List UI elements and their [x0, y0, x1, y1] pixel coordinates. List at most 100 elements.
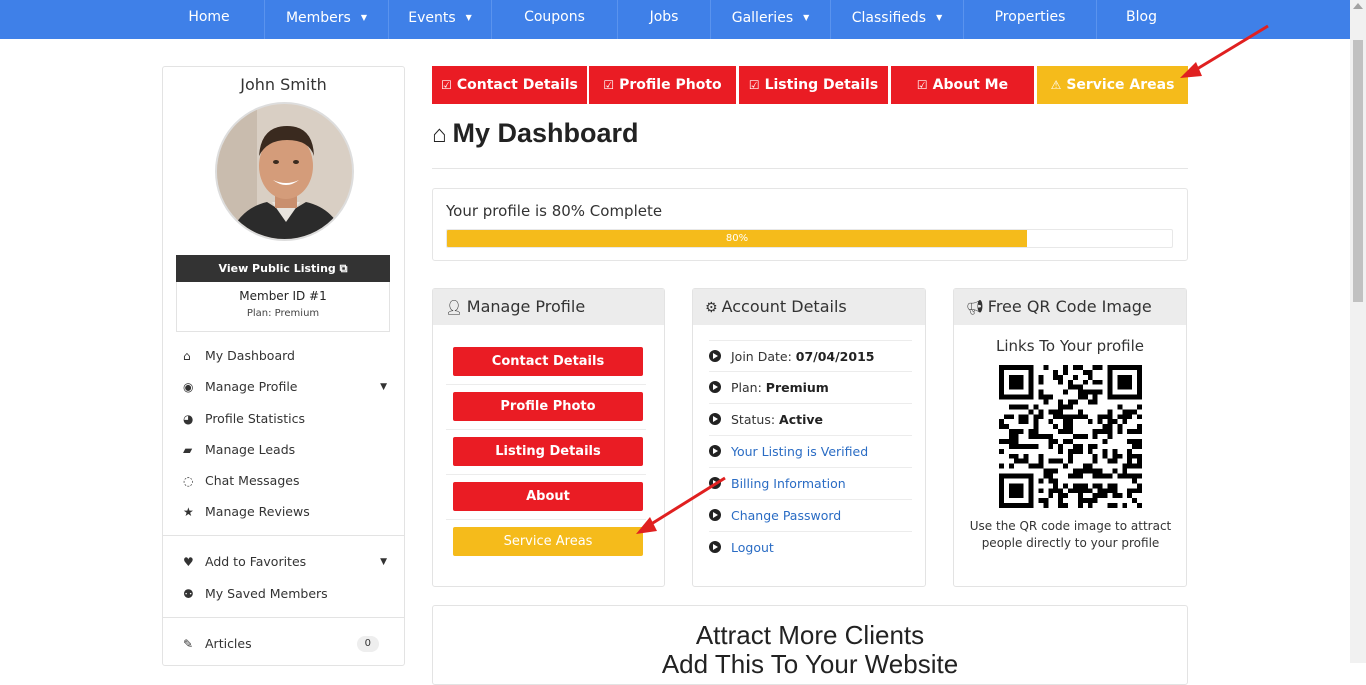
plan-value: Premium [765, 380, 829, 395]
billing-information-row[interactable]: Billing Information [709, 468, 912, 500]
heart-icon: ♥ [183, 555, 194, 569]
view-public-listing-button[interactable]: View Public Listing ⧉ [176, 255, 390, 282]
sidebar-item-articles[interactable]: ✎ Articles 0 [183, 634, 393, 654]
tab-label: Profile Photo [619, 77, 722, 93]
scroll-up-icon[interactable] [1353, 3, 1363, 9]
divider [446, 519, 646, 520]
join-date-row: Join Date: 07/04/2015 [709, 340, 912, 372]
status-label: Status: [731, 412, 780, 427]
logout-link[interactable]: Logout [731, 540, 774, 555]
home-icon: ⌂ [432, 121, 447, 148]
qr-description: Use the QR code image to attract people … [969, 519, 1172, 550]
sidebar-item-manage-leads[interactable]: ▰ Manage Leads [183, 440, 393, 460]
status-row: Status: Active [709, 404, 912, 436]
service-areas-button[interactable]: Service Areas [453, 527, 643, 556]
plan-label: Plan: [731, 380, 766, 395]
member-name: John Smith [240, 75, 327, 94]
progress-bar: 80% [446, 229, 1173, 248]
account-details-panel: ⚙ Account Details Join Date: 07/04/2015 P… [692, 288, 926, 587]
nav-label: Classifieds [851, 10, 927, 26]
sidebar-item-my-saved-members[interactable]: ⚉ My Saved Members [183, 584, 393, 604]
caret-down-icon: ▼ [465, 13, 472, 22]
attract-subtitle: Add This To Your Website [661, 649, 959, 679]
nav-label: Coupons [524, 9, 585, 25]
nav-home[interactable]: Home [154, 0, 264, 39]
sidebar-item-label: My Dashboard [205, 348, 295, 363]
member-id: Member ID #1 [239, 289, 327, 303]
play-circle-icon [709, 541, 721, 553]
caret-down-icon: ▼ [380, 382, 387, 392]
listing-details-button[interactable]: Listing Details [453, 437, 643, 466]
play-circle-icon [709, 477, 721, 489]
change-password-row[interactable]: Change Password [709, 500, 912, 532]
sidebar-item-label: Articles [205, 636, 252, 651]
panel-header: 📢︎ Free QR Code Image [954, 289, 1186, 325]
play-circle-icon [709, 445, 721, 457]
profile-completion-panel: Your profile is 80% Complete 80% [432, 188, 1188, 261]
sidebar-item-label: Chat Messages [205, 473, 300, 488]
nav-galleries[interactable]: Galleries ▼ [710, 0, 830, 39]
folder-open-icon: ▰ [183, 443, 193, 457]
play-circle-icon [709, 509, 721, 521]
attract-clients-panel: Attract More Clients Add This To Your We… [432, 605, 1188, 685]
tab-profile-photo[interactable]: ☑ Profile Photo [589, 66, 736, 104]
plan-row: Plan: Premium [709, 372, 912, 404]
tab-about-me[interactable]: ☑ About Me [891, 66, 1034, 104]
nav-label: Properties [994, 9, 1066, 25]
nav-jobs[interactable]: Jobs [617, 0, 710, 39]
articles-count-badge: 0 [356, 636, 379, 652]
caret-down-icon: ▼ [380, 557, 387, 567]
panel-title: Free QR Code Image [987, 297, 1152, 316]
nav-label: Members [285, 10, 351, 26]
sidebar-item-add-to-favorites[interactable]: ♥ Add to Favorites ▼ [183, 552, 393, 572]
listing-verified-link[interactable]: Your Listing is Verified [731, 444, 868, 459]
profile-photo-button[interactable]: Profile Photo [453, 392, 643, 421]
join-date-value: 07/04/2015 [795, 349, 875, 364]
scrollbar-thumb[interactable] [1353, 40, 1363, 302]
sidebar-item-manage-reviews[interactable]: ★ Manage Reviews [183, 502, 393, 522]
sidebar-item-profile-statistics[interactable]: ◕ Profile Statistics [183, 409, 393, 429]
nav-coupons[interactable]: Coupons [491, 0, 617, 39]
listing-verified-row[interactable]: Your Listing is Verified [709, 436, 912, 468]
panel-title: Manage Profile [466, 297, 586, 316]
nav-events[interactable]: Events ▼ [388, 0, 491, 39]
warning-icon: ⚠ [1050, 78, 1062, 92]
edit-icon: ☑ [441, 78, 452, 92]
sidebar-item-chat-messages[interactable]: ◌ Chat Messages [183, 471, 393, 491]
sidebar-item-manage-profile[interactable]: ◉ Manage Profile ▼ [183, 377, 393, 397]
nav-blog[interactable]: Blog [1096, 0, 1186, 39]
sidebar-divider [163, 617, 404, 618]
divider [432, 168, 1188, 169]
user-circle-icon: ◉ [183, 380, 194, 394]
sidebar-item-my-dashboard[interactable]: ⌂ My Dashboard [183, 346, 393, 366]
billing-information-link[interactable]: Billing Information [731, 476, 846, 491]
pie-chart-icon: ◕ [183, 412, 194, 426]
sidebar-item-label: Profile Statistics [205, 411, 305, 426]
play-circle-icon [709, 413, 721, 425]
panel-header: 👤︎ Manage Profile [433, 289, 664, 325]
sidebar-item-label: Manage Reviews [205, 504, 310, 519]
caret-down-icon: ▼ [803, 13, 810, 22]
about-button[interactable]: About [453, 482, 643, 511]
sidebar-item-label: Manage Profile [205, 379, 298, 394]
nav-properties[interactable]: Properties [963, 0, 1096, 39]
tab-label: Listing Details [764, 77, 879, 93]
contact-details-button[interactable]: Contact Details [453, 347, 643, 376]
nav-members[interactable]: Members ▼ [264, 0, 388, 39]
attract-title: Attract More Clients [695, 620, 925, 650]
bullhorn-icon: 📢︎ [966, 300, 984, 316]
panel-header: ⚙ Account Details [693, 289, 925, 325]
tab-listing-details[interactable]: ☑ Listing Details [739, 66, 888, 104]
logout-row[interactable]: Logout [709, 532, 912, 564]
tab-service-areas[interactable]: ⚠ Service Areas [1037, 66, 1188, 104]
panel-title: Account Details [721, 297, 847, 316]
change-password-link[interactable]: Change Password [731, 508, 841, 523]
divider [446, 384, 646, 385]
nav-classifieds[interactable]: Classifieds ▼ [830, 0, 963, 39]
qr-code-image[interactable] [999, 365, 1142, 508]
sidebar-item-label: Manage Leads [205, 442, 296, 457]
tab-contact-details[interactable]: ☑ Contact Details [432, 66, 587, 104]
edit-icon: ☑ [916, 78, 928, 92]
qr-code-panel: 📢︎ Free QR Code Image Links To Your profi… [953, 288, 1187, 587]
avatar-photo [217, 104, 352, 239]
